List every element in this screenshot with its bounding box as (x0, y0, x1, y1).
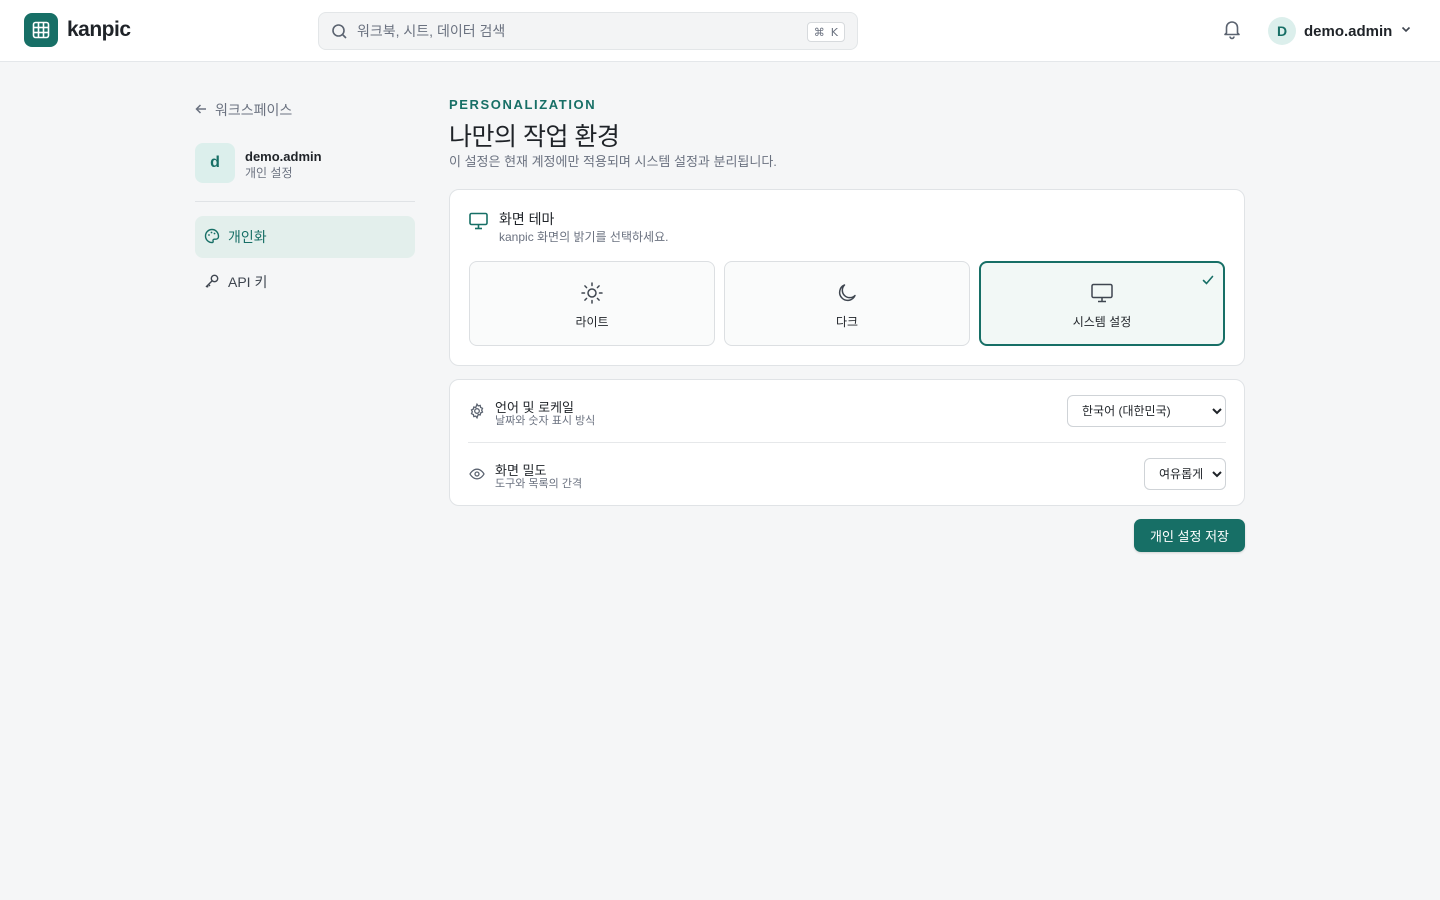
save-personal-settings-button[interactable]: 개인 설정 저장 (1134, 519, 1245, 552)
chevron-down-icon (1400, 22, 1412, 40)
theme-card: 화면 테마 kanpic 화면의 밝기를 선택하세요. 라이트 다크 시스템 설… (449, 189, 1245, 366)
search-input[interactable] (357, 21, 777, 41)
locale-subtitle: 날짜와 숫자 표시 방식 (495, 415, 596, 427)
page-title: 나만의 작업 환경 (449, 123, 620, 151)
density-select[interactable]: 여유롭게 (1144, 458, 1226, 490)
arrow-left-icon (195, 102, 207, 118)
search-bar[interactable]: ⌘ K (318, 12, 858, 50)
section-eyebrow: PERSONALIZATION (449, 97, 597, 112)
sidebar-item-api-keys[interactable]: API 키 (195, 261, 415, 303)
key-icon (204, 273, 220, 292)
sidebar-item-personalization[interactable]: 개인화 (195, 216, 415, 258)
palette-icon (204, 228, 220, 247)
density-subtitle: 도구와 목록의 간격 (495, 478, 583, 490)
search-shortcut-badge: ⌘ K (806, 22, 845, 42)
sidebar-item-label: 개인화 (228, 229, 267, 245)
theme-option-dark[interactable]: 다크 (724, 261, 970, 346)
monitor-icon (1090, 281, 1114, 305)
locale-select[interactable]: 한국어 (대한민국) (1067, 395, 1226, 427)
check-icon (1202, 273, 1214, 291)
monitor-icon (469, 212, 488, 235)
moon-icon (835, 281, 859, 305)
command-key-icon: ⌘ (813, 25, 825, 39)
theme-option-label: 라이트 (575, 315, 609, 329)
back-label: 워크스페이스 (215, 102, 293, 118)
gear-icon (469, 402, 485, 424)
profile-avatar: d (195, 143, 235, 183)
search-icon (331, 23, 348, 45)
bell-icon[interactable] (1222, 18, 1242, 45)
user-menu[interactable]: D demo.admin (1268, 16, 1412, 46)
theme-option-light[interactable]: 라이트 (469, 261, 715, 346)
top-bar: kanpic ⌘ K D demo.admin (0, 0, 1440, 62)
user-name: demo.admin (1304, 22, 1393, 40)
logo-grid-icon[interactable] (24, 13, 58, 47)
theme-option-label: 다크 (835, 315, 859, 329)
sidebar-item-label: API 키 (228, 274, 268, 290)
theme-option-label: 시스템 설정 (1072, 315, 1132, 329)
theme-title: 화면 테마 (499, 211, 555, 227)
density-row: 화면 밀도 도구와 목록의 간격 여유롭게 (468, 443, 1226, 505)
locale-row: 언어 및 로케일 날짜와 숫자 표시 방식 한국어 (대한민국) (468, 380, 1226, 442)
profile-subtitle: 개인 설정 (245, 166, 293, 180)
avatar: D (1268, 17, 1296, 45)
eye-icon (469, 466, 485, 487)
sidebar-divider (195, 201, 415, 202)
preferences-card: 언어 및 로케일 날짜와 숫자 표시 방식 한국어 (대한민국) 화면 밀도 도… (449, 379, 1245, 506)
back-to-workspace-link[interactable]: 워크스페이스 (195, 100, 292, 120)
sun-icon (580, 281, 604, 305)
logo-text[interactable]: kanpic (67, 18, 131, 42)
theme-option-system[interactable]: 시스템 설정 (979, 261, 1225, 346)
page-description: 이 설정은 현재 계정에만 적용되며 시스템 설정과 분리됩니다. (449, 154, 777, 169)
theme-subtitle: kanpic 화면의 밝기를 선택하세요. (499, 230, 669, 244)
shortcut-key: K (830, 25, 838, 39)
profile-name: demo.admin (245, 149, 322, 164)
